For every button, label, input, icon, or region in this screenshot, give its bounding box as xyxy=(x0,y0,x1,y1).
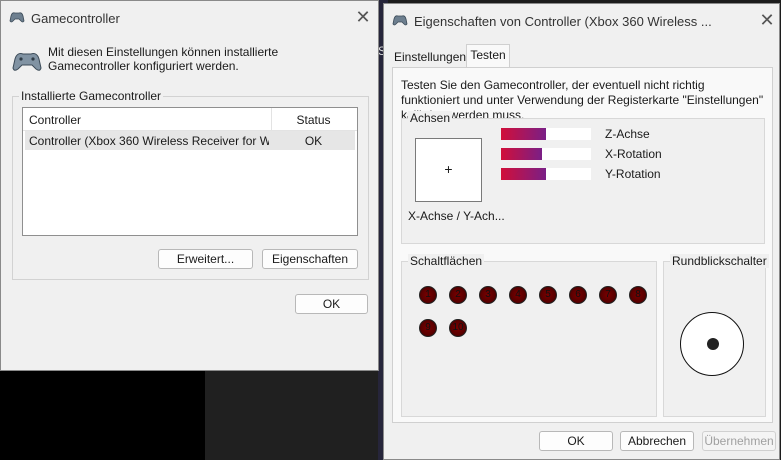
axis-bar-fill xyxy=(501,128,546,140)
list-header: Controller Status xyxy=(23,108,357,131)
joystick-button-indicator: 1 xyxy=(419,286,437,304)
joystick-button-indicator: 4 xyxy=(509,286,527,304)
group-label: Installierte Gamecontroller xyxy=(19,89,164,103)
tab-panel: Testen Sie den Gamecontroller, der event… xyxy=(392,67,773,423)
description-text: Mit diesen Einstellungen können installi… xyxy=(48,45,279,73)
buttons-group: Schaltflächen 1 2 3 4 5 6 7 8 9 10 xyxy=(401,254,657,417)
axes-group: Achsen + X-Achse / Y-Ach... Z-Achse X-Rot… xyxy=(401,111,765,244)
pov-circle xyxy=(680,312,744,376)
advanced-button[interactable]: Erweitert... xyxy=(158,249,253,269)
apply-button: Übernehmen xyxy=(702,431,776,451)
axis-bar-label: Z-Achse xyxy=(605,127,650,141)
properties-button[interactable]: Eigenschaften xyxy=(262,249,358,269)
close-button[interactable]: ✕ xyxy=(353,7,373,27)
joystick-button-indicator: 5 xyxy=(539,286,557,304)
axes-label: Achsen xyxy=(408,111,453,125)
gamepad-icon xyxy=(392,15,408,26)
crosshair-icon: + xyxy=(444,161,453,177)
buttons-label: Schaltflächen xyxy=(408,254,485,268)
controller-status: OK xyxy=(304,134,323,148)
axis-bar xyxy=(501,148,591,160)
column-header-status[interactable]: Status xyxy=(271,113,356,127)
properties-window: Eigenschaften von Controller (Xbox 360 W… xyxy=(383,3,780,460)
pov-label: Rundblickschalter xyxy=(670,254,769,268)
axis-bar-label: X-Rotation xyxy=(605,147,662,161)
axis-bar-label: Y-Rotation xyxy=(605,167,661,181)
controller-list[interactable]: Controller Status Controller (Xbox 360 W… xyxy=(22,107,358,236)
joystick-button-indicator: 3 xyxy=(479,286,497,304)
gamepad-icon xyxy=(9,12,25,23)
axis-bar-fill xyxy=(501,168,546,180)
close-button[interactable]: ✕ xyxy=(757,10,777,30)
cancel-button[interactable]: Abbrechen xyxy=(620,431,694,451)
joystick-button-indicator: 8 xyxy=(629,286,647,304)
column-header-controller[interactable]: Controller xyxy=(29,113,81,127)
gamecontroller-icon xyxy=(12,53,42,71)
joystick-button-indicator: 9 xyxy=(419,319,437,337)
ok-button[interactable]: OK xyxy=(539,431,613,451)
joystick-button-indicator: 10 xyxy=(449,319,467,337)
window-title: Eigenschaften von Controller (Xbox 360 W… xyxy=(414,14,712,29)
axis-bar xyxy=(501,168,591,180)
title-bar: Eigenschaften von Controller (Xbox 360 W… xyxy=(384,4,779,38)
xy-axis-label: X-Achse / Y-Ach... xyxy=(408,209,505,223)
gamecontroller-window: Gamecontroller ✕ Mit diesen Einstellunge… xyxy=(0,0,379,371)
tab-einstellungen[interactable]: Einstellungen xyxy=(394,48,466,68)
background-window xyxy=(205,370,385,460)
xy-axis-box: + xyxy=(415,138,482,202)
joystick-button-indicator: 6 xyxy=(569,286,587,304)
axis-bar xyxy=(501,128,591,140)
window-title: Gamecontroller xyxy=(31,11,120,26)
table-row[interactable]: Controller (Xbox 360 Wireless Receiver f… xyxy=(25,131,355,150)
joystick-button-indicator: 7 xyxy=(599,286,617,304)
pov-dot xyxy=(707,338,719,350)
controller-name: Controller (Xbox 360 Wireless Receiver f… xyxy=(29,134,269,148)
joystick-button-indicator: 2 xyxy=(449,286,467,304)
ok-button[interactable]: OK xyxy=(295,294,368,314)
desktop-background xyxy=(0,370,205,460)
axis-bar-fill xyxy=(501,148,542,160)
instructions-text: Testen Sie den Gamecontroller, der event… xyxy=(401,78,764,122)
pov-group: Rundblickschalter xyxy=(663,254,769,417)
title-bar: Gamecontroller ✕ xyxy=(1,1,378,35)
tab-testen[interactable]: Testen xyxy=(466,44,510,68)
